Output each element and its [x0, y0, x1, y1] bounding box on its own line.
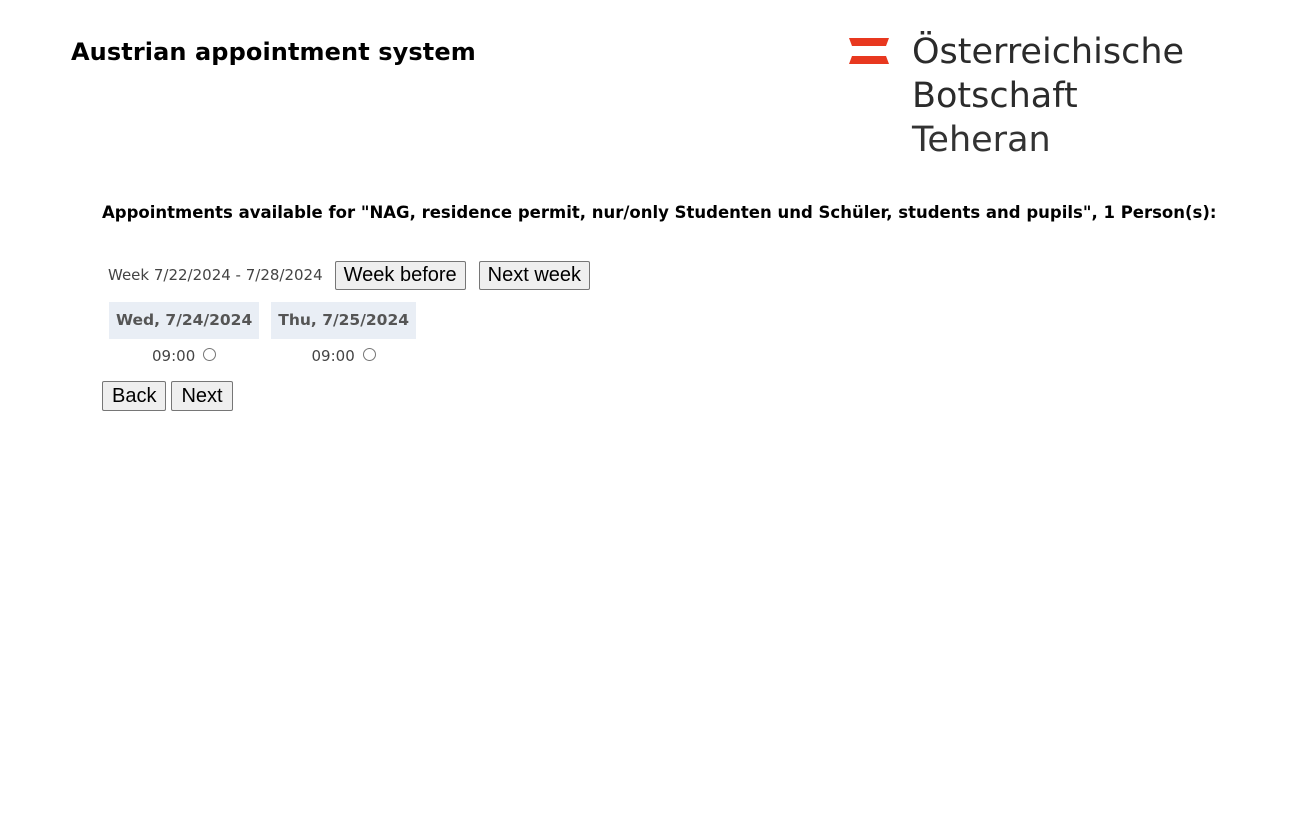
logo-text: Österreichische Botschaft Teheran	[912, 30, 1184, 162]
slot-time: 09:00	[311, 347, 355, 365]
day-column-wed: Wed, 7/24/2024 09:00	[109, 302, 260, 365]
embassy-logo: Österreichische Botschaft Teheran	[849, 30, 1189, 160]
page: Austrian appointment system Österreichis…	[0, 0, 1295, 824]
slot-radio[interactable]	[362, 347, 376, 361]
week-before-button[interactable]: Week before	[334, 260, 466, 290]
form-navigation: Back Next	[102, 381, 233, 411]
back-button[interactable]: Back	[102, 381, 167, 411]
site-title: Austrian appointment system	[71, 38, 476, 66]
week-range-label: Week 7/22/2024 - 7/28/2024	[108, 266, 323, 284]
logo-line-1: Österreichische	[912, 32, 1185, 72]
time-slot[interactable]: 09:00	[312, 347, 376, 365]
slot-radio[interactable]	[203, 347, 217, 361]
austrian-flag-icon	[849, 38, 889, 64]
time-slot[interactable]: 09:00	[152, 347, 217, 365]
day-column-thu: Thu, 7/25/2024 09:00	[271, 302, 417, 365]
slot-time: 09:00	[152, 347, 196, 365]
logo-line-2: Botschaft	[912, 76, 1078, 116]
day-columns: Wed, 7/24/2024 09:00 Thu, 7/25/2024 09:0…	[109, 302, 428, 365]
appointments-heading: Appointments available for "NAG, residen…	[102, 203, 1217, 222]
week-navigation: Week 7/22/2024 - 7/28/2024 Week before N…	[108, 260, 591, 290]
next-button[interactable]: Next	[171, 381, 233, 411]
logo-line-3: Teheran	[912, 120, 1051, 160]
day-header: Wed, 7/24/2024	[109, 302, 260, 339]
day-header: Thu, 7/25/2024	[271, 302, 417, 339]
next-week-button[interactable]: Next week	[478, 260, 591, 290]
